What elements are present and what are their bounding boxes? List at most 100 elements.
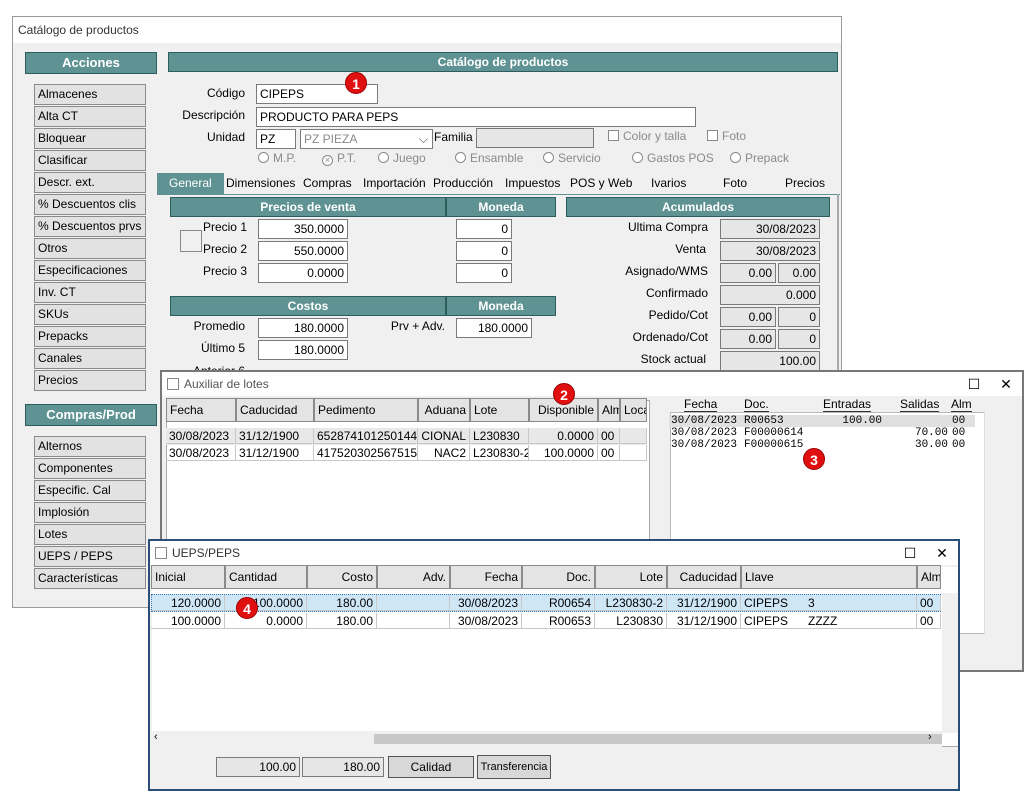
lotes-col-header[interactable]: Lote	[470, 398, 529, 422]
lotes-col-header[interactable]: Caducidad	[236, 398, 314, 422]
calidad-button[interactable]: Calidad	[388, 756, 474, 778]
close-icon[interactable]: ✕	[934, 545, 950, 562]
mov-col-header[interactable]: Salidas	[900, 397, 940, 412]
tab-9[interactable]: Precios	[785, 173, 825, 194]
compras-item[interactable]: Alternos	[34, 436, 146, 457]
tipo-radio-6[interactable]: Prepack	[730, 151, 789, 165]
codigo-label: Código	[206, 86, 245, 100]
prv-adv-input[interactable]: 180.0000	[456, 318, 532, 338]
acciones-item[interactable]: Almacenes	[34, 84, 146, 105]
maximize-icon[interactable]: ☐	[902, 545, 918, 562]
ueps-col-header[interactable]: Alm	[917, 565, 941, 589]
acciones-item[interactable]: Bloquear	[34, 128, 146, 149]
compras-item[interactable]: Componentes	[34, 458, 146, 479]
lotes-cell	[620, 428, 647, 444]
tab-4[interactable]: Producción	[433, 173, 493, 194]
compras-item[interactable]: Implosión	[34, 502, 146, 523]
lotes-title-bar: Auxiliar de lotes	[162, 372, 1022, 396]
ultimo5-input[interactable]: 180.0000	[258, 340, 348, 360]
acciones-item[interactable]: Canales	[34, 348, 146, 369]
mov-col-header[interactable]: Alm	[951, 397, 972, 412]
acciones-item[interactable]: Otros	[34, 238, 146, 259]
lotes-col-header[interactable]: Aduana	[418, 398, 470, 422]
ueps-col-header[interactable]: Llave	[741, 565, 917, 589]
ordenado-field-b: 0	[778, 329, 820, 349]
ueps-col-header[interactable]: Costo	[307, 565, 377, 589]
tipo-radio-label: Gastos POS	[647, 151, 714, 165]
promedio-label: Promedio	[193, 319, 245, 333]
tab-0[interactable]: General	[157, 173, 224, 194]
acciones-item[interactable]: Alta CT	[34, 106, 146, 127]
compras-item[interactable]: UEPS / PEPS	[34, 546, 146, 567]
unidad-select-value: PZ PIEZA	[304, 132, 358, 146]
acciones-item[interactable]: Clasificar	[34, 150, 146, 171]
acciones-item[interactable]: Precios	[34, 370, 146, 391]
tab-1[interactable]: Dimensiones	[226, 173, 295, 194]
promedio-input[interactable]: 180.0000	[258, 318, 348, 338]
radio-icon	[378, 152, 389, 163]
unidad-select[interactable]: PZ PIEZA ⌵	[300, 129, 433, 149]
acciones-item[interactable]: Inv. CT	[34, 282, 146, 303]
compras-item[interactable]: Lotes	[34, 524, 146, 545]
ueps-col-header[interactable]: Adv.	[377, 565, 450, 589]
ueps-hscroll[interactable]: ‹ ›	[152, 731, 942, 747]
acciones-item[interactable]: % Descuentos prvs	[34, 216, 146, 237]
compras-item[interactable]: Especific. Cal	[34, 480, 146, 501]
lotes-col-header[interactable]: Pedimento	[314, 398, 418, 422]
tab-panel-edge	[837, 194, 839, 374]
movimientos-scrollbar[interactable]	[984, 412, 1000, 634]
precio-moneda-input[interactable]: 0	[456, 241, 512, 261]
acciones-item[interactable]: Descr. ext.	[34, 172, 146, 193]
ueps-vscroll[interactable]	[942, 593, 958, 733]
ueps-cell: L230830-2	[595, 595, 667, 611]
unidad-input[interactable]: PZ	[256, 129, 296, 149]
tab-3[interactable]: Importación	[363, 173, 426, 194]
tipo-radio-5[interactable]: Gastos POS	[632, 151, 714, 165]
precio-input[interactable]: 350.0000	[258, 219, 348, 239]
lotes-cell: 417520302567515	[314, 445, 418, 461]
acciones-item[interactable]: % Descuentos clis	[34, 194, 146, 215]
tipo-radio-1[interactable]: × P.T.	[322, 151, 356, 166]
close-icon[interactable]: ✕	[998, 376, 1014, 393]
precio-input[interactable]: 0.0000	[258, 263, 348, 283]
precio-moneda-input[interactable]: 0	[456, 263, 512, 283]
ueps-col-header[interactable]: Doc.	[522, 565, 595, 589]
scroll-right-icon[interactable]: ›	[928, 731, 932, 743]
tipo-radio-3[interactable]: Ensamble	[455, 151, 523, 165]
ueps-col-header[interactable]: Fecha	[450, 565, 522, 589]
ueps-col-header[interactable]: Inicial	[151, 565, 225, 589]
acumulados-header: Acumulados	[566, 197, 830, 217]
tipo-radio-2[interactable]: Juego	[378, 151, 426, 165]
precio-input[interactable]: 550.0000	[258, 241, 348, 261]
lotes-col-header[interactable]: Fecha	[166, 398, 236, 422]
familia-input[interactable]	[476, 128, 594, 148]
acciones-item[interactable]: SKUs	[34, 304, 146, 325]
tab-7[interactable]: Ivarios	[651, 173, 686, 194]
tab-6[interactable]: POS y Web	[570, 173, 632, 194]
color-talla-checkbox[interactable]: Color y talla	[608, 129, 686, 143]
tipo-radio-0[interactable]: M.P.	[258, 151, 296, 165]
mov-col-header[interactable]: Entradas	[823, 397, 872, 412]
ueps-col-header[interactable]: Cantidad	[225, 565, 307, 589]
ueps-col-header[interactable]: Caducidad	[667, 565, 741, 589]
mov-col-header[interactable]: Doc.	[744, 397, 769, 412]
hscroll-thumb[interactable]	[374, 734, 942, 744]
tab-2[interactable]: Compras	[303, 173, 352, 194]
transferencia-button[interactable]: Transferencia	[477, 755, 551, 779]
mov-col-header[interactable]: Fecha	[684, 397, 718, 412]
tab-8[interactable]: Foto	[723, 173, 747, 194]
lotes-col-header[interactable]: Alm	[598, 398, 620, 422]
mov-cell: 00	[952, 415, 966, 427]
compras-item[interactable]: Características	[34, 568, 146, 589]
maximize-icon[interactable]: ☐	[966, 376, 982, 393]
descripcion-input[interactable]: PRODUCTO PARA PEPS	[256, 107, 696, 127]
acciones-item[interactable]: Prepacks	[34, 326, 146, 347]
foto-checkbox[interactable]: Foto	[707, 129, 746, 143]
scroll-left-icon[interactable]: ‹	[154, 731, 158, 743]
lotes-col-header[interactable]: Localiza	[620, 398, 647, 422]
acciones-item[interactable]: Especificaciones	[34, 260, 146, 281]
ueps-col-header[interactable]: Lote	[595, 565, 667, 589]
precio-moneda-input[interactable]: 0	[456, 219, 512, 239]
tipo-radio-4[interactable]: Servicio	[543, 151, 601, 165]
tab-5[interactable]: Impuestos	[505, 173, 560, 194]
